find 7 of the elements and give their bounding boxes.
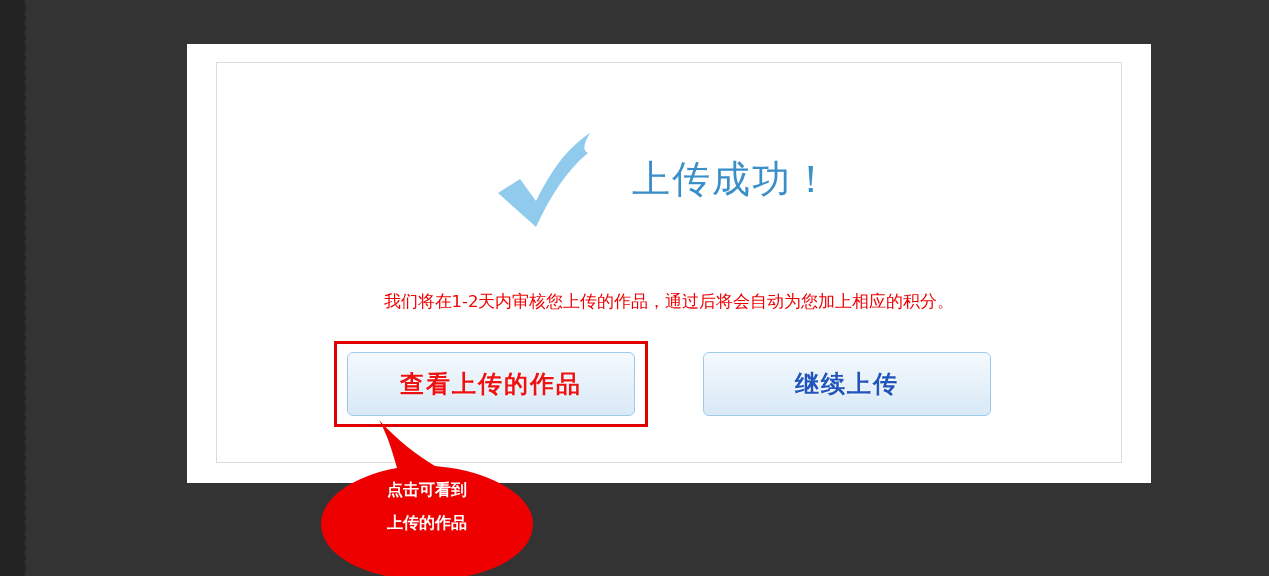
callout-text: 点击可看到 [387, 480, 467, 501]
action-button[interactable]: 查看上传的作品 [347, 352, 635, 416]
action-button[interactable]: 继续上传 [703, 352, 991, 416]
message-text: 我们将在1-2天内审核您上传的作品，通过后将会自动为您加上相应的积分。 [383, 291, 955, 313]
checkmark-icon [496, 131, 592, 227]
dialog-title: 上传成功！ [632, 155, 832, 203]
callout-text: 上传的作品 [387, 513, 467, 534]
